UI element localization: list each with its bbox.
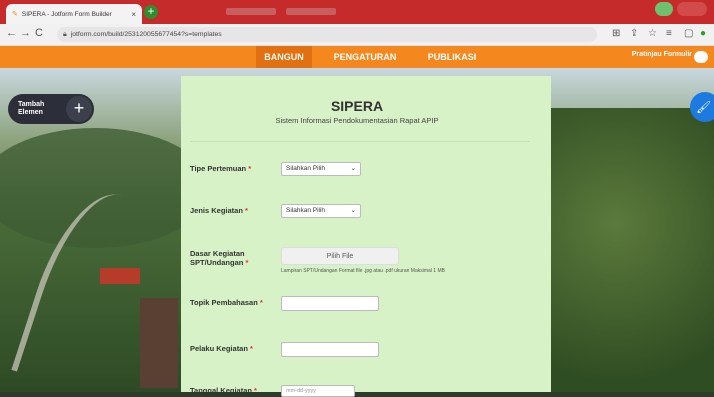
file-hint: Lampiran SPT/Undangan Format file .jpg a… [281,268,445,274]
extension-icon[interactable]: ● [700,28,706,39]
sidebar-toggle-icon[interactable]: ▢ [684,28,693,39]
tab-strip-blur [226,8,276,15]
jenis-kegiatan-label: Jenis Kegiatan * [190,206,248,215]
tipe-pertemuan-label: Tipe Pertemuan * [190,164,252,173]
forward-arrow-icon[interactable]: → [20,27,31,39]
reading-list-icon[interactable]: ≡ [666,28,672,39]
tipe-pertemuan-select[interactable]: Silahkan Pilih ⌄ [281,162,361,176]
topik-pembahasan-input[interactable] [281,296,379,311]
preview-label[interactable]: Pratinjau Formulir [632,51,692,58]
form-subtitle: Sistem Informasi Pendokumentasian Rapat … [275,116,439,125]
tab-bangun[interactable]: BANGUN [256,46,312,68]
pelaku-kegiatan-input[interactable] [281,342,379,357]
url-field[interactable]: 🔒︎ jotform.com/build/253120055677454?s=t… [57,27,597,42]
form-title: SIPERA [330,98,384,114]
chevron-down-icon: ⌄ [350,207,356,214]
dasar-kegiatan-label: Dasar Kegiatan SPT/Undangan * [190,249,249,267]
profile-icon[interactable] [655,2,673,16]
tab-strip-blur [286,8,336,15]
share-icon[interactable]: ⇪ [630,28,638,39]
topik-pembahasan-label: Topik Pembahasan * [190,298,263,307]
tanggal-kegiatan-input[interactable]: mm-dd-yyyy [281,385,355,397]
pelaku-kegiatan-label: Pelaku Kegiatan * [190,344,253,353]
chevron-down-icon: ⌄ [350,165,356,172]
jenis-kegiatan-select[interactable]: Silahkan Pilih ⌄ [281,204,361,218]
translate-icon[interactable]: ⊞ [612,28,620,39]
tab-close-icon[interactable]: × [131,10,136,19]
jotform-favicon-icon: ✎ [12,11,18,18]
back-arrow-icon[interactable]: ← [6,27,17,39]
reload-icon[interactable]: C [35,27,43,39]
browser-tab[interactable]: ✎ SIPERA - Jotform Form Builder × [6,4,142,24]
choose-file-button[interactable]: Pilih File [281,247,399,265]
tab-title: SIPERA - Jotform Form Builder [21,10,112,18]
tab-pengaturan[interactable]: PENGATURAN [325,46,405,68]
new-tab-button[interactable]: + [144,5,158,19]
window-controls[interactable] [677,2,707,16]
header-divider [190,141,530,142]
tab-publikasi[interactable]: PUBLIKASI [420,46,484,68]
tanggal-kegiatan-label: Tanggal Kegiatan * [190,386,257,395]
url-text: jotform.com/build/253120055677454?s=temp… [70,31,222,38]
lock-icon: 🔒︎ [63,30,67,38]
star-icon[interactable]: ☆ [648,28,657,39]
preview-toggle[interactable] [694,51,708,63]
